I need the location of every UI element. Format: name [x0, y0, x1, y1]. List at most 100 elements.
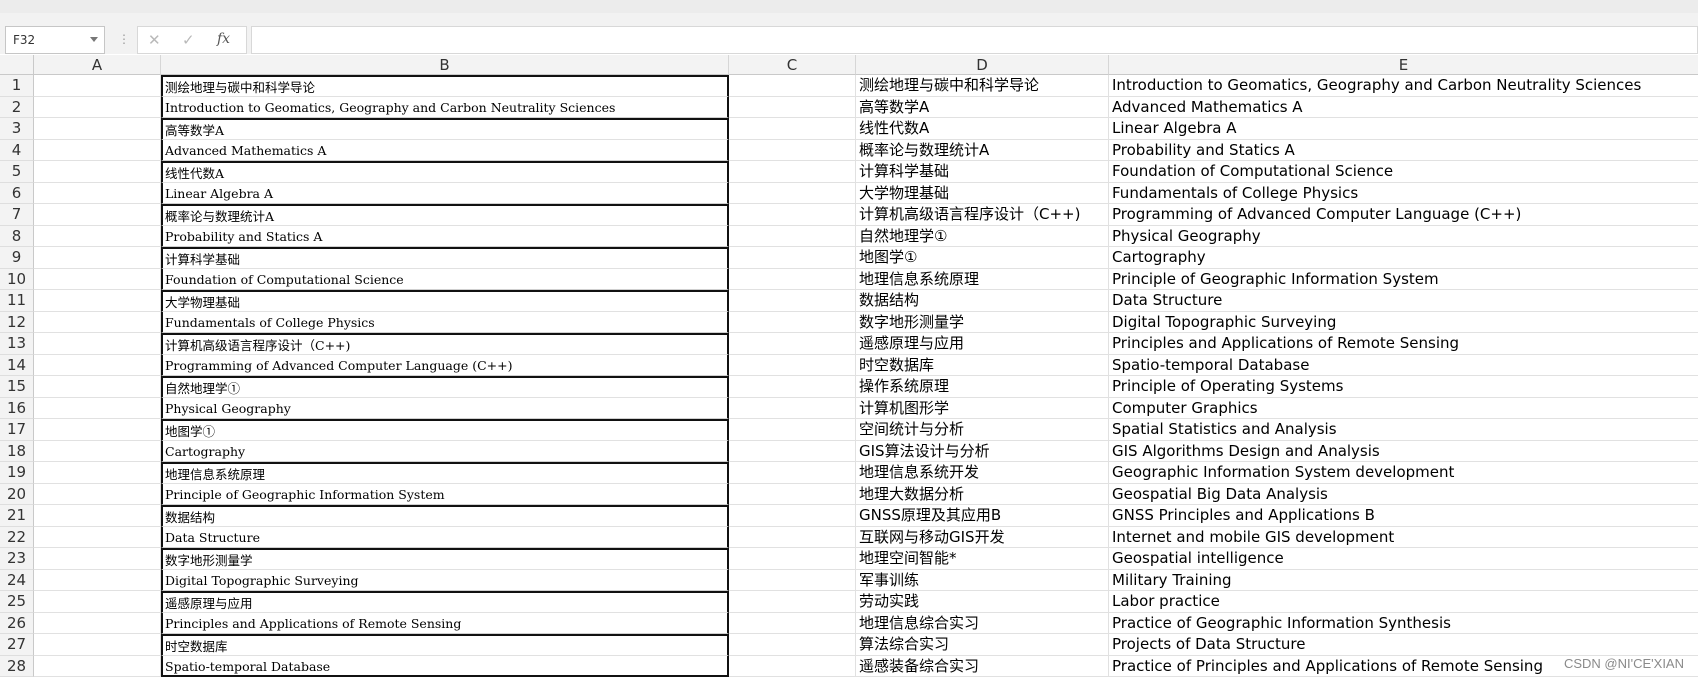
cell-d[interactable]: 算法综合实习 [856, 634, 1109, 656]
cell-a[interactable] [34, 569, 161, 591]
row-header[interactable]: 5 [0, 161, 34, 183]
cell-e[interactable]: Geospatial intelligence [1109, 548, 1698, 570]
cell-c[interactable] [729, 397, 856, 419]
cell-a[interactable] [34, 440, 161, 462]
cell-b[interactable]: 地理信息系统原理 [161, 462, 729, 484]
cell-e[interactable]: Cartography [1109, 247, 1698, 269]
cell-a[interactable] [34, 139, 161, 161]
row-header[interactable]: 17 [0, 419, 34, 441]
cell-d[interactable]: 劳动实践 [856, 591, 1109, 613]
cell-a[interactable] [34, 354, 161, 376]
cell-e[interactable]: Foundation of Computational Science [1109, 161, 1698, 183]
cell-a[interactable] [34, 96, 161, 118]
cell-a[interactable] [34, 161, 161, 183]
row-header[interactable]: 7 [0, 204, 34, 226]
row-header[interactable]: 6 [0, 182, 34, 204]
row-header[interactable]: 22 [0, 526, 34, 548]
enter-icon[interactable]: ✓ [182, 31, 195, 49]
cell-c[interactable] [729, 591, 856, 613]
cell-c[interactable] [729, 161, 856, 183]
cell-d[interactable]: 时空数据库 [856, 354, 1109, 376]
cell-e[interactable]: Fundamentals of College Physics [1109, 183, 1698, 204]
cell-e[interactable]: Internet and mobile GIS development [1109, 527, 1698, 548]
cell-b[interactable]: Fundamentals of College Physics [161, 311, 729, 333]
cell-e[interactable]: Advanced Mathematics A [1109, 97, 1698, 118]
cell-c[interactable] [729, 419, 856, 441]
cell-b[interactable]: 时空数据库 [161, 634, 729, 656]
cell-b[interactable]: 自然地理学① [161, 376, 729, 398]
cell-a[interactable] [34, 204, 161, 226]
insert-function-icon[interactable]: fx [217, 31, 230, 47]
cell-b[interactable]: Spatio-temporal Database [161, 655, 729, 677]
row-header[interactable]: 26 [0, 612, 34, 634]
cell-d[interactable]: 大学物理基础 [856, 182, 1109, 204]
cell-d[interactable]: GIS算法设计与分析 [856, 440, 1109, 462]
cell-d[interactable]: 概率论与数理统计A [856, 139, 1109, 161]
cell-c[interactable] [729, 655, 856, 677]
cell-d[interactable]: GNSS原理及其应用B [856, 505, 1109, 527]
row-header[interactable]: 13 [0, 333, 34, 355]
cell-e[interactable]: Digital Topographic Surveying [1109, 312, 1698, 333]
row-header[interactable]: 15 [0, 376, 34, 398]
cell-c[interactable] [729, 268, 856, 290]
cell-b[interactable]: 计算机高级语言程序设计（C++) [161, 333, 729, 355]
cell-a[interactable] [34, 225, 161, 247]
cell-e[interactable]: Principle of Geographic Information Syst… [1109, 269, 1698, 290]
cell-c[interactable] [729, 548, 856, 570]
row-header[interactable]: 19 [0, 462, 34, 484]
cell-b[interactable]: Digital Topographic Surveying [161, 569, 729, 591]
cell-d[interactable]: 数字地形测量学 [856, 311, 1109, 333]
name-box[interactable]: F32 [5, 26, 105, 54]
row-header[interactable]: 10 [0, 268, 34, 290]
column-header-b[interactable]: B [161, 55, 729, 75]
cell-d[interactable]: 军事训练 [856, 569, 1109, 591]
cell-c[interactable] [729, 569, 856, 591]
chevron-down-icon[interactable] [90, 37, 98, 42]
cell-c[interactable] [729, 333, 856, 355]
cell-d[interactable]: 计算机图形学 [856, 397, 1109, 419]
cell-e[interactable]: Physical Geography [1109, 226, 1698, 247]
column-header-d[interactable]: D [856, 55, 1109, 75]
cell-c[interactable] [729, 376, 856, 398]
cell-a[interactable] [34, 397, 161, 419]
cell-c[interactable] [729, 462, 856, 484]
cell-e[interactable]: Military Training [1109, 570, 1698, 591]
cell-d[interactable]: 线性代数A [856, 118, 1109, 140]
cell-c[interactable] [729, 118, 856, 140]
row-header[interactable]: 11 [0, 290, 34, 312]
cell-e[interactable]: Practice of Geographic Information Synth… [1109, 613, 1698, 634]
row-header[interactable]: 18 [0, 440, 34, 462]
cell-c[interactable] [729, 96, 856, 118]
cell-e[interactable]: Labor practice [1109, 591, 1698, 613]
row-header[interactable]: 14 [0, 354, 34, 376]
cancel-icon[interactable]: ✕ [148, 31, 161, 49]
cell-b[interactable]: 数字地形测量学 [161, 548, 729, 570]
row-header[interactable]: 25 [0, 591, 34, 613]
cell-a[interactable] [34, 419, 161, 441]
cell-c[interactable] [729, 290, 856, 312]
cell-d[interactable]: 地理信息综合实习 [856, 612, 1109, 634]
cell-c[interactable] [729, 182, 856, 204]
cell-c[interactable] [729, 225, 856, 247]
cell-e[interactable]: Linear Algebra A [1109, 118, 1698, 140]
cell-a[interactable] [34, 268, 161, 290]
cell-d[interactable]: 高等数学A [856, 96, 1109, 118]
cell-c[interactable] [729, 354, 856, 376]
row-header[interactable]: 4 [0, 139, 34, 161]
row-header[interactable]: 28 [0, 655, 34, 677]
cell-a[interactable] [34, 118, 161, 140]
cell-a[interactable] [34, 591, 161, 613]
cell-b[interactable]: 计算科学基础 [161, 247, 729, 269]
cell-e[interactable]: GIS Algorithms Design and Analysis [1109, 441, 1698, 462]
column-header-a[interactable]: A [34, 55, 161, 75]
cell-d[interactable]: 测绘地理与碳中和科学导论 [856, 75, 1109, 97]
cell-b[interactable]: Cartography [161, 440, 729, 462]
row-header[interactable]: 3 [0, 118, 34, 140]
cell-d[interactable]: 地理大数据分析 [856, 483, 1109, 505]
cell-a[interactable] [34, 612, 161, 634]
cell-b[interactable]: Foundation of Computational Science [161, 268, 729, 290]
cell-d[interactable]: 自然地理学① [856, 225, 1109, 247]
cell-b[interactable]: 大学物理基础 [161, 290, 729, 312]
cell-b[interactable]: 测绘地理与碳中和科学导论 [161, 75, 729, 97]
column-header-e[interactable]: E [1109, 55, 1698, 75]
